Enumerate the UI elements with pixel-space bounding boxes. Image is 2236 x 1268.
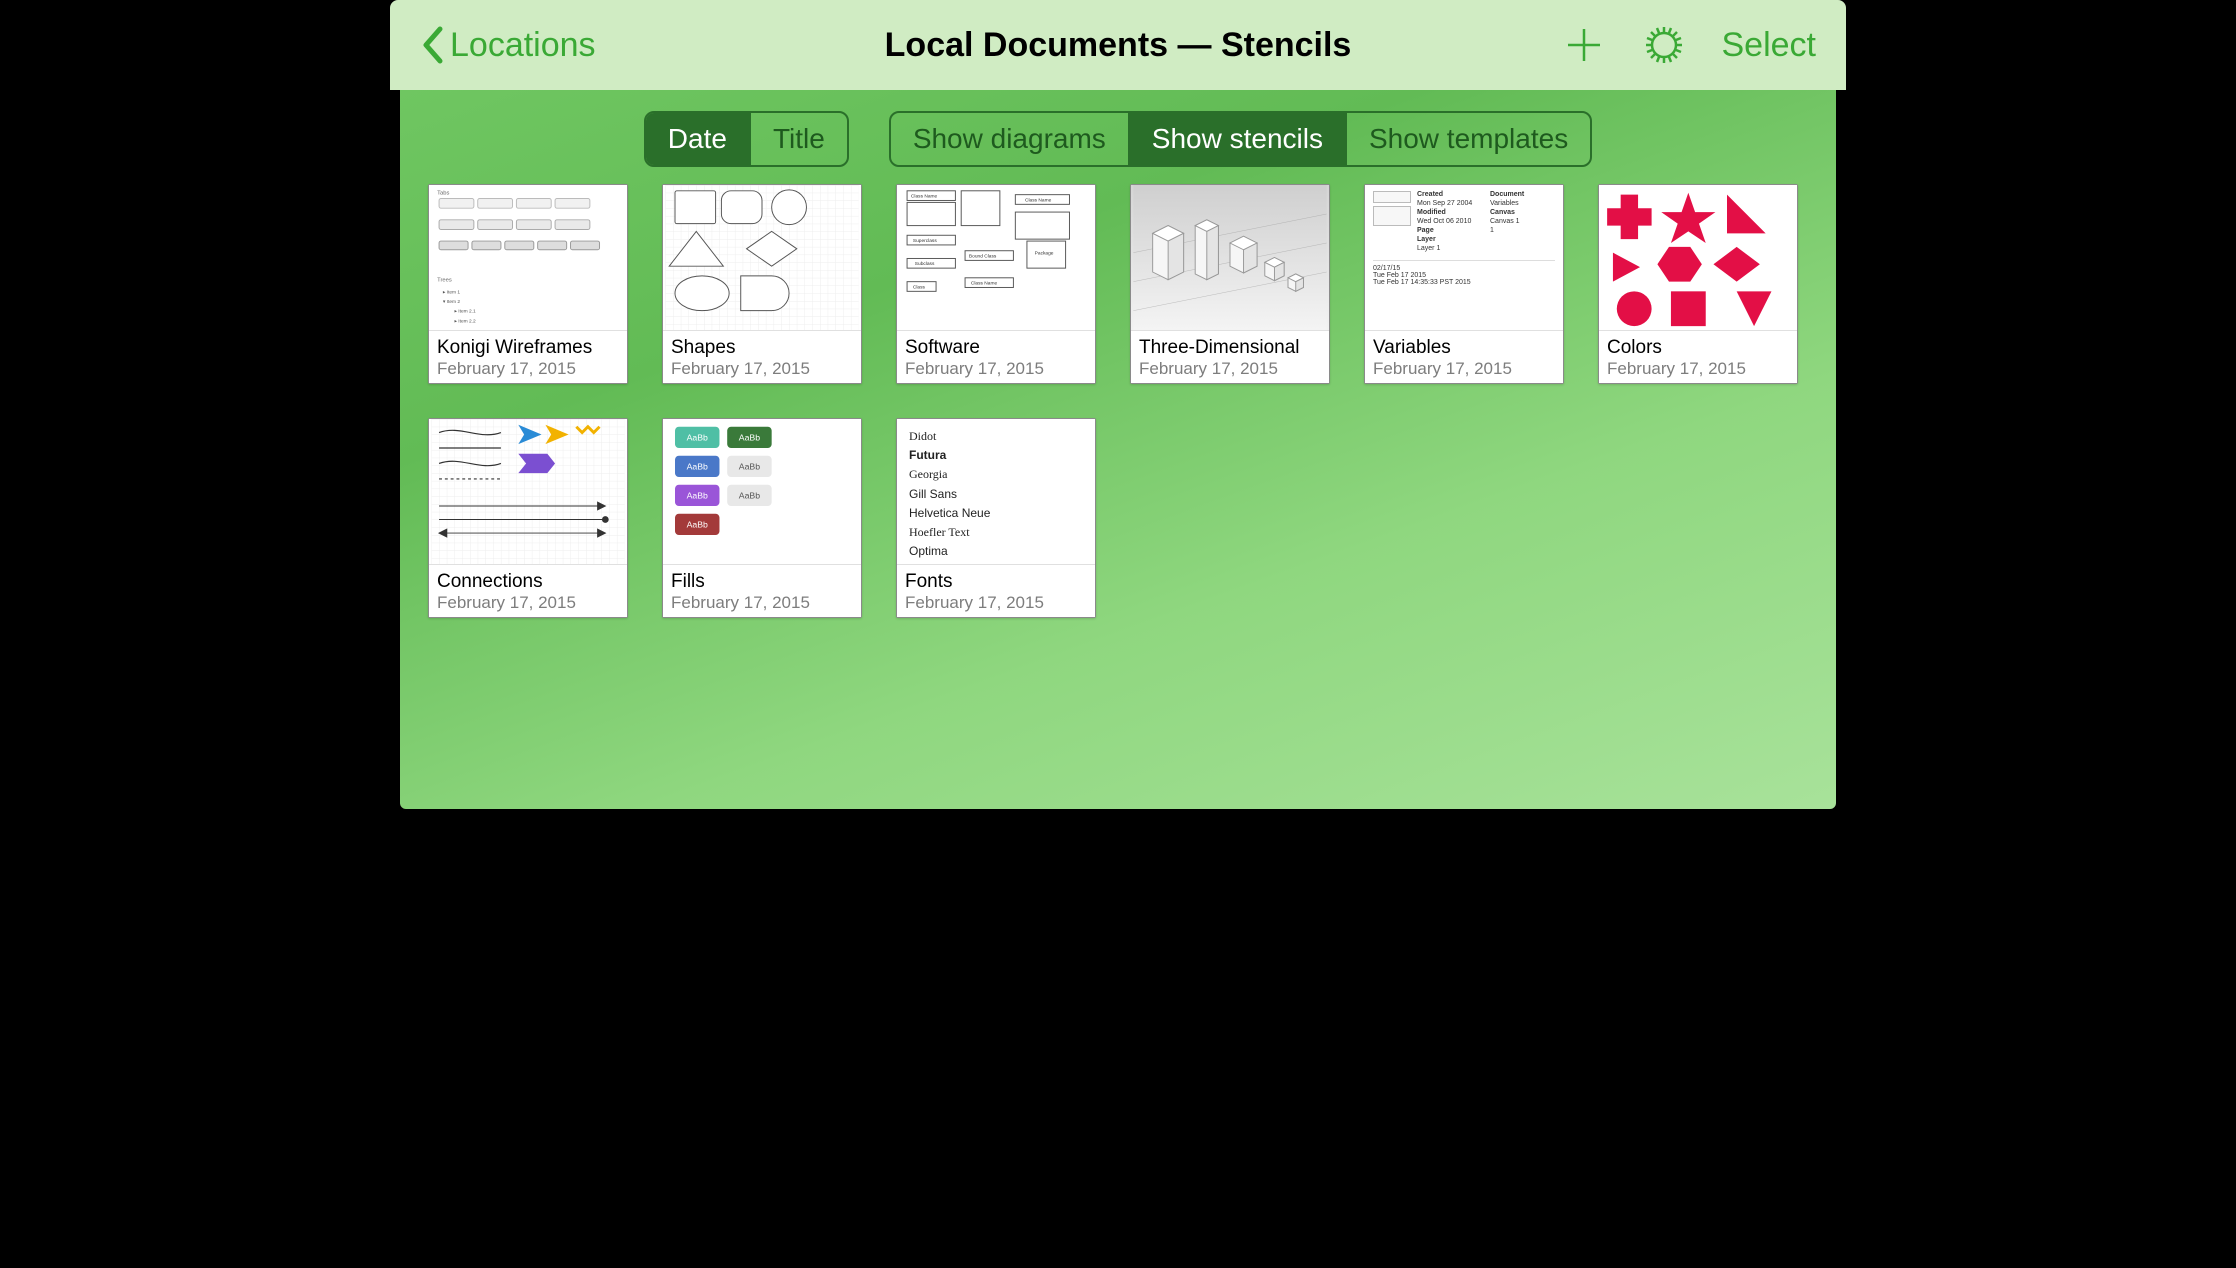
stencil-card[interactable]: ShapesFebruary 17, 2015	[662, 184, 862, 384]
stencil-title: Connections	[437, 571, 619, 593]
svg-text:Superclass: Superclass	[913, 238, 937, 244]
stencil-date: February 17, 2015	[905, 593, 1087, 613]
gear-icon	[1642, 23, 1686, 67]
stencil-title: Colors	[1607, 337, 1789, 359]
filter-option-show-templates[interactable]: Show templates	[1345, 113, 1590, 165]
svg-text:Tabs: Tabs	[437, 191, 449, 197]
select-button[interactable]: Select	[1722, 26, 1817, 65]
stencil-card[interactable]: Class Name Class Name Superclass Subclas…	[896, 184, 1096, 384]
sort-option-title[interactable]: Title	[749, 113, 847, 165]
stencil-date: February 17, 2015	[437, 359, 619, 379]
stencil-footer: Three-DimensionalFebruary 17, 2015	[1131, 330, 1329, 383]
stencil-title: Shapes	[671, 337, 853, 359]
add-button[interactable]	[1562, 23, 1606, 67]
svg-text:Class Name: Class Name	[971, 281, 998, 287]
stencil-thumbnail: Tabs Trees ▸ Item 1 ▾ Item 2 ▸ Item 2.1 …	[429, 185, 627, 330]
stencil-thumbnail	[663, 185, 861, 330]
stencil-title: Variables	[1373, 337, 1555, 359]
stencil-date: February 17, 2015	[437, 593, 619, 613]
stencil-card[interactable]: Three-DimensionalFebruary 17, 2015	[1130, 184, 1330, 384]
settings-button[interactable]	[1642, 23, 1686, 67]
svg-text:Class: Class	[913, 284, 926, 290]
stencil-title: Software	[905, 337, 1087, 359]
svg-text:Class Name: Class Name	[911, 194, 938, 200]
stencil-thumbnail: CreatedDocument Mon Sep 27 2004Variables…	[1365, 185, 1563, 330]
stencil-thumbnail	[1131, 185, 1329, 330]
filter-option-show-diagrams[interactable]: Show diagrams	[891, 113, 1128, 165]
sort-option-date[interactable]: Date	[646, 113, 749, 165]
svg-text:AaBb: AaBb	[739, 490, 760, 500]
stencil-card[interactable]: ConnectionsFebruary 17, 2015	[428, 418, 628, 618]
svg-text:▾ Item 2: ▾ Item 2	[443, 299, 460, 305]
stencil-thumbnail	[429, 419, 627, 564]
stencil-card[interactable]: Tabs Trees ▸ Item 1 ▾ Item 2 ▸ Item 2.1 …	[428, 184, 628, 384]
stencil-date: February 17, 2015	[1373, 359, 1555, 379]
svg-text:▸ Item 2.2: ▸ Item 2.2	[455, 318, 477, 324]
svg-text:Trees: Trees	[437, 278, 452, 284]
stencil-card[interactable]: ColorsFebruary 17, 2015	[1598, 184, 1798, 384]
stencil-thumbnail: AaBb AaBb AaBb AaBb AaBb AaBb AaBb	[663, 419, 861, 564]
stencil-footer: ConnectionsFebruary 17, 2015	[429, 564, 627, 617]
stencil-footer: SoftwareFebruary 17, 2015	[897, 330, 1095, 383]
stencil-footer: FillsFebruary 17, 2015	[663, 564, 861, 617]
back-label: Locations	[450, 26, 596, 65]
stencil-footer: VariablesFebruary 17, 2015	[1365, 330, 1563, 383]
svg-text:AaBb: AaBb	[687, 461, 708, 471]
stencil-date: February 17, 2015	[905, 359, 1087, 379]
stencil-grid: Tabs Trees ▸ Item 1 ▾ Item 2 ▸ Item 2.1 …	[400, 176, 1836, 648]
stencil-date: February 17, 2015	[671, 593, 853, 613]
svg-text:Bound Class: Bound Class	[969, 254, 997, 260]
filter-bar: DateTitle Show diagramsShow stencilsShow…	[400, 90, 1836, 176]
stencil-thumbnail: Class Name Class Name Superclass Subclas…	[897, 185, 1095, 330]
stencil-title: Konigi Wireframes	[437, 337, 619, 359]
page-title-text: Local Documents — Stencils	[885, 26, 1352, 64]
stencil-date: February 17, 2015	[1607, 359, 1789, 379]
svg-text:AaBb: AaBb	[687, 490, 708, 500]
sort-segmented-control: DateTitle	[644, 111, 849, 167]
toolbar: Locations Local Documents — Stencils	[390, 0, 1846, 90]
stencil-footer: ShapesFebruary 17, 2015	[663, 330, 861, 383]
filter-option-show-stencils[interactable]: Show stencils	[1128, 113, 1345, 165]
stencil-thumbnail: Didot Futura Georgia Gill Sans Helvetica…	[897, 419, 1095, 564]
stencil-card[interactable]: Didot Futura Georgia Gill Sans Helvetica…	[896, 418, 1096, 618]
svg-text:Subclass: Subclass	[915, 261, 935, 267]
svg-text:AaBb: AaBb	[687, 519, 708, 529]
stencil-title: Fills	[671, 571, 853, 593]
svg-text:Class Name: Class Name	[1025, 197, 1052, 203]
plus-icon	[1562, 23, 1606, 67]
back-button[interactable]: Locations	[420, 25, 596, 65]
svg-text:Package: Package	[1035, 251, 1054, 257]
filter-segmented-control: Show diagramsShow stencilsShow templates	[889, 111, 1592, 167]
stencil-footer: ColorsFebruary 17, 2015	[1599, 330, 1797, 383]
app-frame: Locations Local Documents — Stencils	[390, 0, 1846, 819]
stencil-date: February 17, 2015	[671, 359, 853, 379]
stencil-title: Three-Dimensional	[1139, 337, 1321, 359]
stencil-card[interactable]: CreatedDocument Mon Sep 27 2004Variables…	[1364, 184, 1564, 384]
svg-text:▸ Item 2.1: ▸ Item 2.1	[455, 309, 477, 315]
svg-text:▸ Item 1: ▸ Item 1	[443, 289, 460, 295]
stencil-title: Fonts	[905, 571, 1087, 593]
content-area: DateTitle Show diagramsShow stencilsShow…	[400, 90, 1836, 809]
svg-text:AaBb: AaBb	[739, 432, 760, 442]
svg-text:AaBb: AaBb	[739, 461, 760, 471]
stencil-card[interactable]: AaBb AaBb AaBb AaBb AaBb AaBb AaBb Fills…	[662, 418, 862, 618]
stencil-thumbnail	[1599, 185, 1797, 330]
stencil-date: February 17, 2015	[1139, 359, 1321, 379]
stencil-footer: Konigi WireframesFebruary 17, 2015	[429, 330, 627, 383]
chevron-left-icon	[420, 25, 444, 65]
svg-text:AaBb: AaBb	[687, 432, 708, 442]
stencil-footer: FontsFebruary 17, 2015	[897, 564, 1095, 617]
